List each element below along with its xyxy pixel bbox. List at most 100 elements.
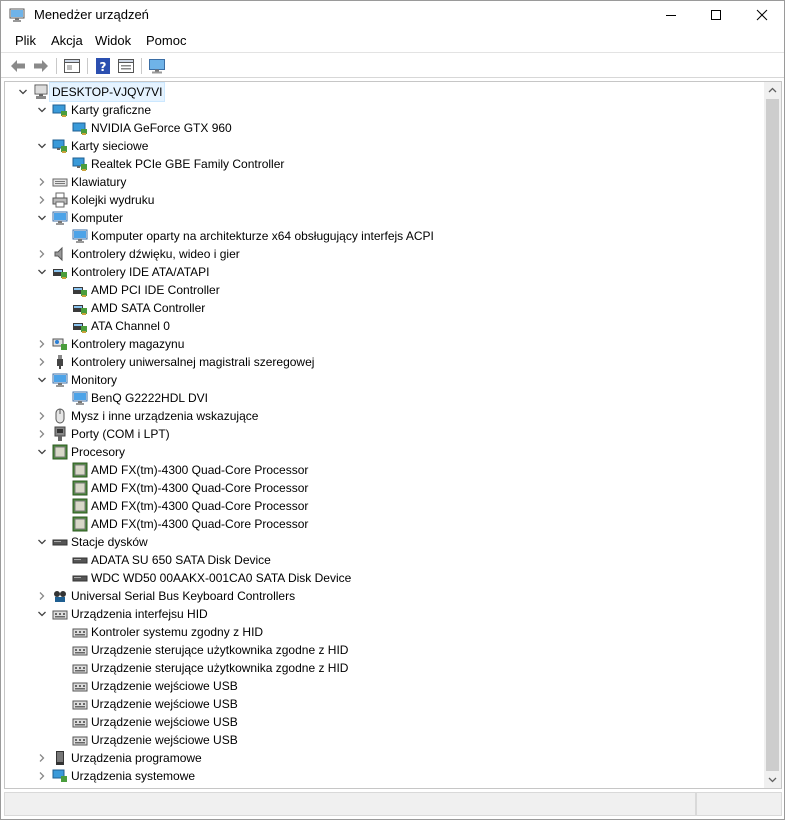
collapse-toggle[interactable] xyxy=(36,245,48,263)
tree-category[interactable]: Procesory xyxy=(36,443,745,461)
collapse-toggle[interactable] xyxy=(36,767,48,785)
processor-icon xyxy=(52,444,68,460)
close-button[interactable] xyxy=(739,1,785,29)
device-tree[interactable]: DESKTOP-VJQV7VI Karty graficzne NVIDIA GeF… xyxy=(4,81,782,789)
tree-device[interactable]: WDC WD50 00AAKX-001CA0 SATA Disk Device xyxy=(56,569,745,587)
collapse-toggle[interactable] xyxy=(36,749,48,767)
expand-toggle[interactable] xyxy=(17,83,29,101)
expand-toggle[interactable] xyxy=(36,137,48,155)
tree-device[interactable]: ADATA SU 650 SATA Disk Device xyxy=(56,551,745,569)
tree-device[interactable]: AMD FX(tm)-4300 Quad-Core Processor xyxy=(56,497,745,515)
system-device-icon xyxy=(52,768,68,784)
chevron-down-icon xyxy=(38,377,46,383)
tree-device[interactable]: Urządzenie sterujące użytkownika zgodne … xyxy=(56,659,745,677)
processor-icon xyxy=(72,516,88,532)
printer-icon xyxy=(52,192,68,208)
chevron-right-icon xyxy=(39,592,45,600)
title-bar[interactable]: Menedżer urządzeń xyxy=(1,1,784,29)
tree-category[interactable]: Kontrolery magazynu xyxy=(36,335,745,353)
tree-category[interactable]: Karty sieciowe xyxy=(36,137,745,155)
collapse-toggle[interactable] xyxy=(36,425,48,443)
port-icon xyxy=(52,426,68,442)
tree-category[interactable]: Monitory xyxy=(36,371,745,389)
tree-category[interactable]: Karty graficzne xyxy=(36,101,745,119)
vertical-scrollbar[interactable] xyxy=(764,82,781,788)
tree-device[interactable]: NVIDIA GeForce GTX 960 xyxy=(56,119,745,137)
maximize-button[interactable] xyxy=(693,1,739,29)
tree-device[interactable]: BenQ G2222HDL DVI xyxy=(56,389,745,407)
monitor-scan-icon[interactable] xyxy=(148,57,166,75)
collapse-toggle[interactable] xyxy=(36,353,48,371)
expand-toggle[interactable] xyxy=(36,263,48,281)
collapse-toggle[interactable] xyxy=(36,191,48,209)
tree-item-label: Urządzenie wejściowe USB xyxy=(91,715,238,729)
forward-arrow-icon[interactable] xyxy=(32,57,50,75)
help-icon[interactable]: ? xyxy=(94,57,112,75)
tree-device[interactable]: Kontroler systemu zgodny z HID xyxy=(56,623,745,641)
tree-device[interactable]: Urządzenie wejściowe USB xyxy=(56,677,745,695)
tree-item-label: AMD FX(tm)-4300 Quad-Core Processor xyxy=(91,463,309,477)
toolbar-separator xyxy=(141,58,142,74)
collapse-toggle[interactable] xyxy=(36,335,48,353)
tree-device[interactable]: AMD PCI IDE Controller xyxy=(56,281,745,299)
tree-item-label: Urządzenie wejściowe USB xyxy=(91,679,238,693)
collapse-toggle[interactable] xyxy=(36,173,48,191)
tree-category[interactable]: Kolejki wydruku xyxy=(36,191,745,209)
tree-device[interactable]: Komputer oparty na architekturze x64 obs… xyxy=(56,227,745,245)
tree-device[interactable]: ATA Channel 0 xyxy=(56,317,745,335)
scroll-down-arrow-icon[interactable] xyxy=(764,771,781,788)
collapse-toggle[interactable] xyxy=(36,587,48,605)
tree-root-computer[interactable]: DESKTOP-VJQV7VI xyxy=(17,82,745,102)
properties-icon[interactable] xyxy=(63,57,81,75)
tree-device[interactable]: Urządzenie wejściowe USB xyxy=(56,731,745,749)
scroll-up-arrow-icon[interactable] xyxy=(764,82,781,99)
tree-category[interactable]: Mysz i inne urządzenia wskazujące xyxy=(36,407,745,425)
menu-pomoc[interactable]: Pomoc xyxy=(146,33,186,48)
tree-category[interactable]: Kontrolery dźwięku, wideo i gier xyxy=(36,245,745,263)
expand-toggle[interactable] xyxy=(36,605,48,623)
usb-keyboard-controller-icon xyxy=(52,588,68,604)
menu-akcja[interactable]: Akcja xyxy=(51,33,83,48)
scrollbar-thumb[interactable] xyxy=(766,99,779,771)
tree-device[interactable]: Realtek PCIe GBE Family Controller xyxy=(56,155,745,173)
collapse-toggle[interactable] xyxy=(36,407,48,425)
expand-toggle[interactable] xyxy=(36,101,48,119)
tree-category[interactable]: Universal Serial Bus Keyboard Controller… xyxy=(36,587,745,605)
tree-item-label: Kontroler systemu zgodny z HID xyxy=(91,625,264,639)
tree-category[interactable]: Urządzenia programowe xyxy=(36,749,745,767)
tree-category[interactable]: Porty (COM i LPT) xyxy=(36,425,745,443)
tree-category[interactable]: Kontrolery uniwersalnej magistrali szere… xyxy=(36,353,745,371)
chevron-down-icon xyxy=(38,215,46,221)
status-bar-side-panel xyxy=(696,792,782,816)
tree-category[interactable]: Kontrolery IDE ATA/ATAPI xyxy=(36,263,745,281)
menu-plik[interactable]: Plik xyxy=(15,33,36,48)
mouse-icon xyxy=(52,408,68,424)
menu-widok[interactable]: Widok xyxy=(95,33,131,48)
tree-category[interactable]: Komputer xyxy=(36,209,745,227)
tree-device[interactable]: Urządzenie wejściowe USB xyxy=(56,713,745,731)
tree-device[interactable]: AMD FX(tm)-4300 Quad-Core Processor xyxy=(56,515,745,533)
tree-item-label: Procesory xyxy=(71,445,126,459)
tree-item-label: DESKTOP-VJQV7VI xyxy=(48,82,166,102)
expand-toggle[interactable] xyxy=(36,371,48,389)
tree-category[interactable]: Urządzenia interfejsu HID xyxy=(36,605,745,623)
expand-toggle[interactable] xyxy=(36,533,48,551)
expand-toggle[interactable] xyxy=(36,209,48,227)
expand-toggle[interactable] xyxy=(36,443,48,461)
tree-device[interactable]: Urządzenie wejściowe USB xyxy=(56,695,745,713)
tree-device[interactable]: AMD SATA Controller xyxy=(56,299,745,317)
tree-item-label: Klawiatury xyxy=(71,175,127,189)
tree-device[interactable]: AMD FX(tm)-4300 Quad-Core Processor xyxy=(56,479,745,497)
computer-icon xyxy=(72,228,88,244)
tree-device[interactable]: AMD FX(tm)-4300 Quad-Core Processor xyxy=(56,461,745,479)
disk-drive-icon xyxy=(52,534,68,550)
back-arrow-icon[interactable] xyxy=(9,57,27,75)
tree-device[interactable]: Urządzenie sterujące użytkownika zgodne … xyxy=(56,641,745,659)
tree-category[interactable]: Urządzenia systemowe xyxy=(36,767,745,785)
minimize-button[interactable] xyxy=(648,1,694,29)
chevron-right-icon xyxy=(39,250,45,258)
tree-category[interactable]: Klawiatury xyxy=(36,173,745,191)
tree-category[interactable]: Stacje dysków xyxy=(36,533,745,551)
processor-icon xyxy=(72,480,88,496)
details-icon[interactable] xyxy=(117,57,135,75)
